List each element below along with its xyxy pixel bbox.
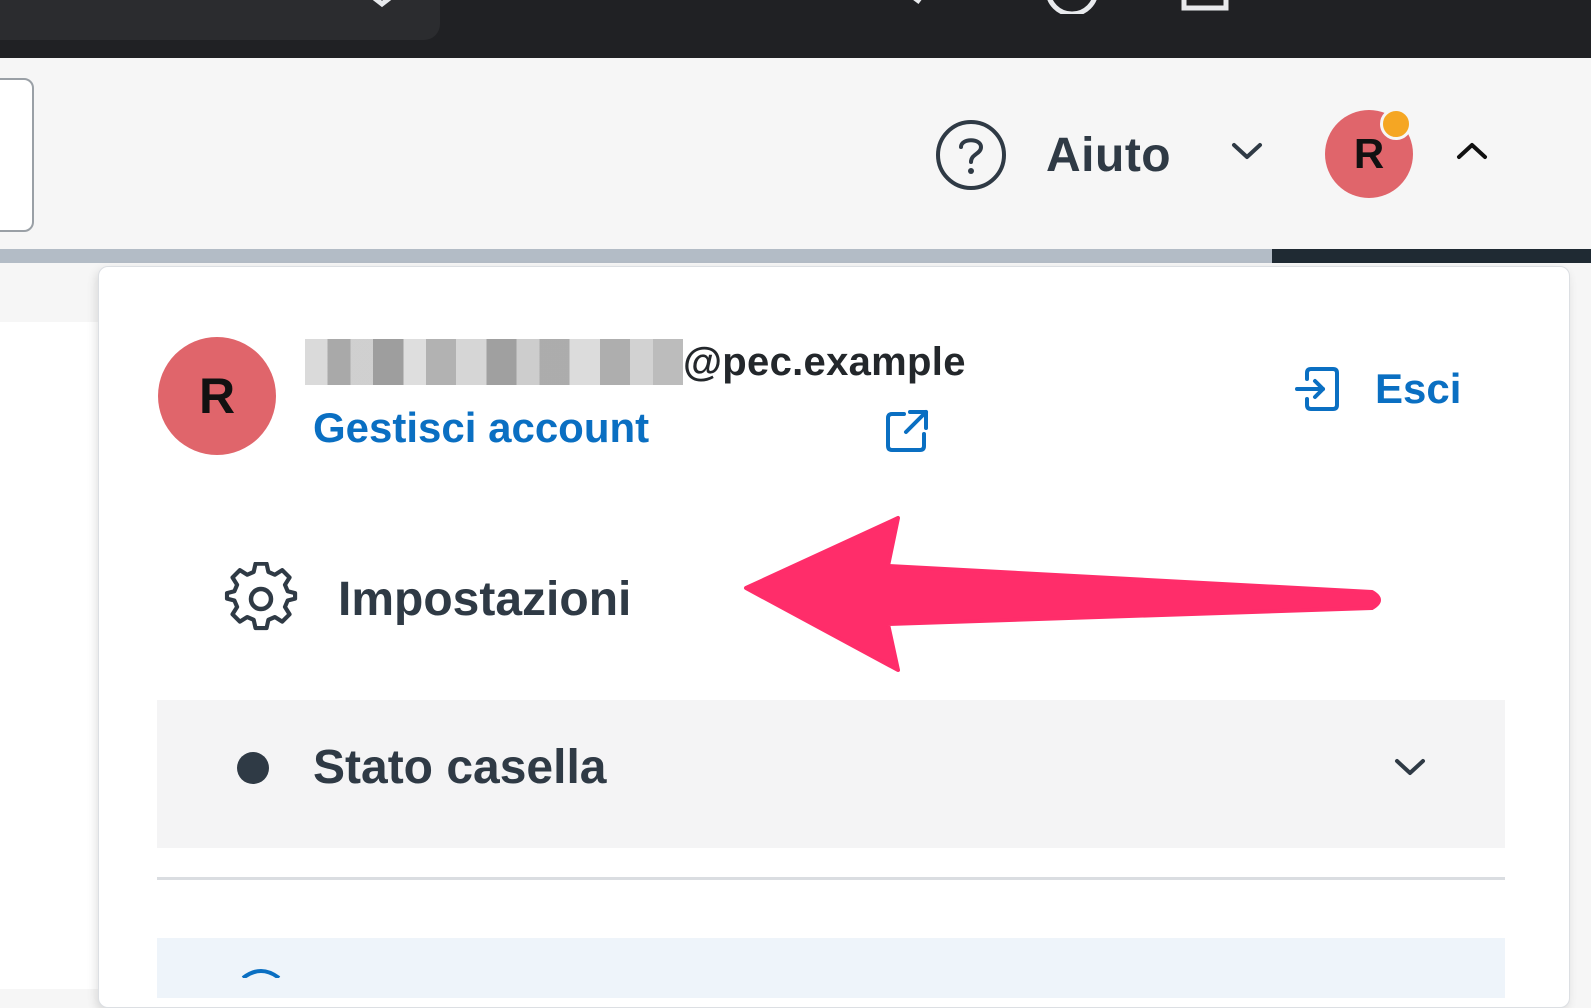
- account-circle-icon[interactable]: [1044, 0, 1100, 14]
- loading-bar-fill: [1272, 249, 1591, 263]
- background-content: [0, 322, 110, 989]
- menu-divider: [157, 877, 1505, 880]
- notification-badge: [1380, 108, 1412, 140]
- annotation-arrow: [744, 516, 1381, 672]
- gear-icon: [224, 562, 298, 631]
- browser-top-bar: [0, 0, 1591, 58]
- window-icon[interactable]: [1180, 0, 1230, 14]
- email-redacted: [305, 339, 683, 385]
- info-panel: [157, 938, 1505, 998]
- help-button[interactable]: Aiuto: [934, 118, 1171, 192]
- chevron-down-icon[interactable]: [1230, 140, 1264, 162]
- key-icon[interactable]: [900, 0, 930, 10]
- manage-account-link[interactable]: Gestisci account: [313, 404, 649, 452]
- account-avatar: R: [158, 337, 276, 455]
- logout-icon: [1295, 367, 1339, 411]
- settings-menu-item[interactable]: Impostazioni: [224, 562, 631, 636]
- partial-icon: [241, 969, 281, 978]
- email-domain: @pec.example: [683, 339, 966, 384]
- help-circle-icon: [936, 120, 1006, 190]
- extension-icon[interactable]: [1320, 0, 1370, 10]
- status-label: Stato casella: [313, 741, 607, 794]
- logout-button[interactable]: Esci: [1295, 365, 1461, 413]
- bookmark-icon[interactable]: [360, 0, 404, 12]
- chevron-up-icon[interactable]: [1455, 140, 1489, 162]
- search-input[interactable]: [0, 78, 34, 232]
- account-email: @pec.example: [305, 336, 966, 388]
- mailbox-status-row[interactable]: Stato casella: [157, 700, 1505, 848]
- help-label: Aiuto: [1046, 128, 1172, 182]
- external-link-icon[interactable]: [884, 408, 930, 454]
- settings-label: Impostazioni: [338, 572, 632, 626]
- status-dot: [237, 752, 269, 784]
- logout-label: Esci: [1375, 365, 1462, 412]
- chevron-down-icon[interactable]: [1393, 756, 1427, 778]
